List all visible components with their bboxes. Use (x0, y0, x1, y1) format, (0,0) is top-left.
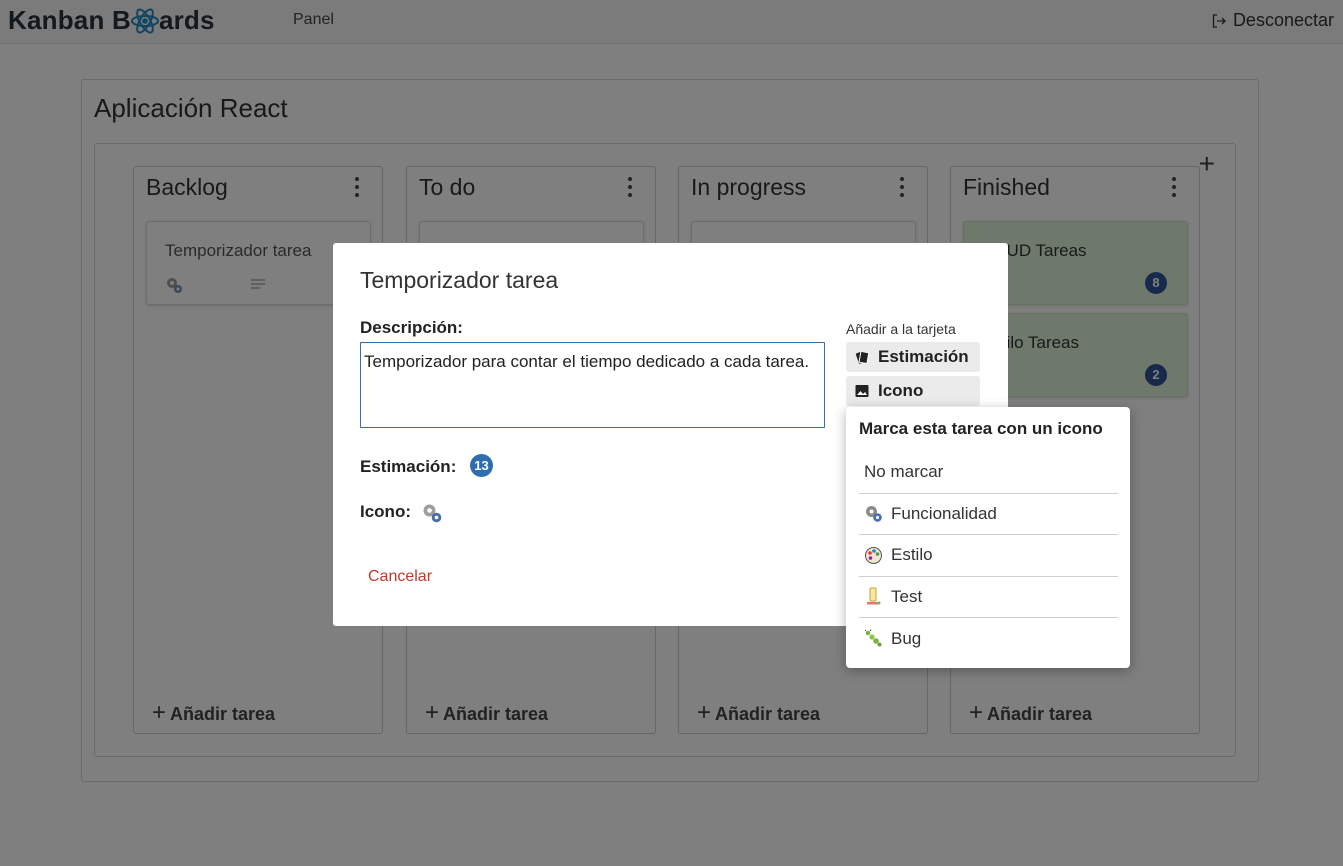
bug-icon (864, 629, 882, 647)
option-label: Bug (891, 628, 922, 648)
add-estimate-button[interactable]: Estimación (846, 342, 980, 372)
estimate-value-badge: 13 (470, 454, 493, 477)
cancel-button[interactable]: Cancelar (368, 568, 432, 586)
add-estimate-label: Estimación (878, 347, 969, 366)
option-label: Funcionalidad (891, 503, 997, 523)
gears-icon (866, 506, 882, 523)
icon-option-bug[interactable]: Bug (859, 618, 1118, 660)
description-label: Descripción: (360, 318, 463, 337)
test-tube-icon (867, 587, 881, 605)
palette-icon (865, 546, 882, 564)
image-icon (855, 385, 869, 397)
option-label: No marcar (864, 462, 944, 482)
option-label: Estilo (891, 545, 933, 565)
gears-icon (423, 504, 442, 523)
icon-option-funcionalidad[interactable]: Funcionalidad (859, 494, 1118, 535)
icon-option-estilo[interactable]: Estilo (859, 535, 1118, 577)
icon-option-none[interactable]: No marcar (859, 452, 1118, 494)
dropdown-title: Marca esta tarea con un icono (859, 419, 1103, 438)
icon-label: Icono: (360, 502, 411, 521)
option-label: Test (891, 586, 923, 606)
icon-picker-dropdown: Marca esta tarea con un icono No marcar … (846, 407, 1130, 668)
icon-option-test[interactable]: Test (859, 577, 1118, 618)
icon-option-list: No marcar Funcionalidad Estilo Test Bug (859, 452, 1118, 660)
modal-title: Temporizador tarea (360, 267, 559, 293)
estimate-label: Estimación: (360, 457, 457, 476)
cards-icon (855, 351, 870, 364)
add-icon-label: Icono (878, 381, 924, 400)
add-to-card-label: Añadir a la tarjeta (846, 321, 956, 337)
add-icon-button[interactable]: Icono (846, 376, 980, 406)
description-textarea[interactable]: Temporizador para contar el tiempo dedic… (360, 342, 825, 428)
